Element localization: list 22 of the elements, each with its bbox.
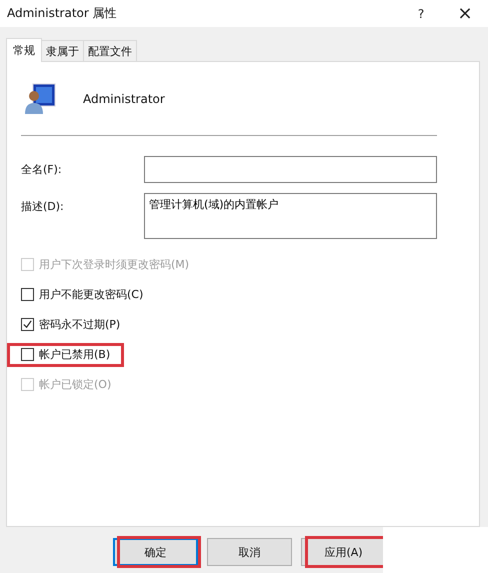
checkbox-label: 用户不能更改密码(C) bbox=[39, 286, 144, 302]
dialog-button[interactable]: 应用(A) bbox=[301, 538, 383, 566]
checkbox-label: 帐户已锁定(O) bbox=[39, 376, 112, 392]
close-button[interactable]: × bbox=[450, 0, 480, 27]
checkbox[interactable] bbox=[21, 318, 34, 330]
dialog-button[interactable]: 取消 bbox=[207, 538, 292, 566]
tab[interactable]: 常规 bbox=[6, 38, 42, 62]
checkbox-label: 帐户已禁用(B) bbox=[39, 346, 110, 362]
checkbox-label: 密码永不过期(P) bbox=[39, 316, 120, 332]
user-computer-icon bbox=[23, 82, 57, 116]
field-label: 描述(D): bbox=[21, 199, 65, 214]
full-name-field[interactable] bbox=[144, 156, 437, 183]
help-button[interactable]: ? bbox=[406, 0, 436, 27]
field-label: 全名(F): bbox=[21, 162, 63, 177]
user-name: Administrator bbox=[83, 92, 165, 106]
checkbox[interactable] bbox=[21, 288, 34, 300]
tab[interactable]: 配置文件 bbox=[83, 40, 137, 61]
checkbox-label: 用户下次登录时须更改密码(M) bbox=[39, 256, 190, 272]
checkbox[interactable] bbox=[21, 348, 34, 360]
dialog-button[interactable]: 确定 bbox=[113, 538, 198, 566]
description-field[interactable]: 管理计算机(域)的内置帐户 bbox=[144, 193, 437, 239]
window-title: Administrator 属性 bbox=[7, 5, 118, 22]
